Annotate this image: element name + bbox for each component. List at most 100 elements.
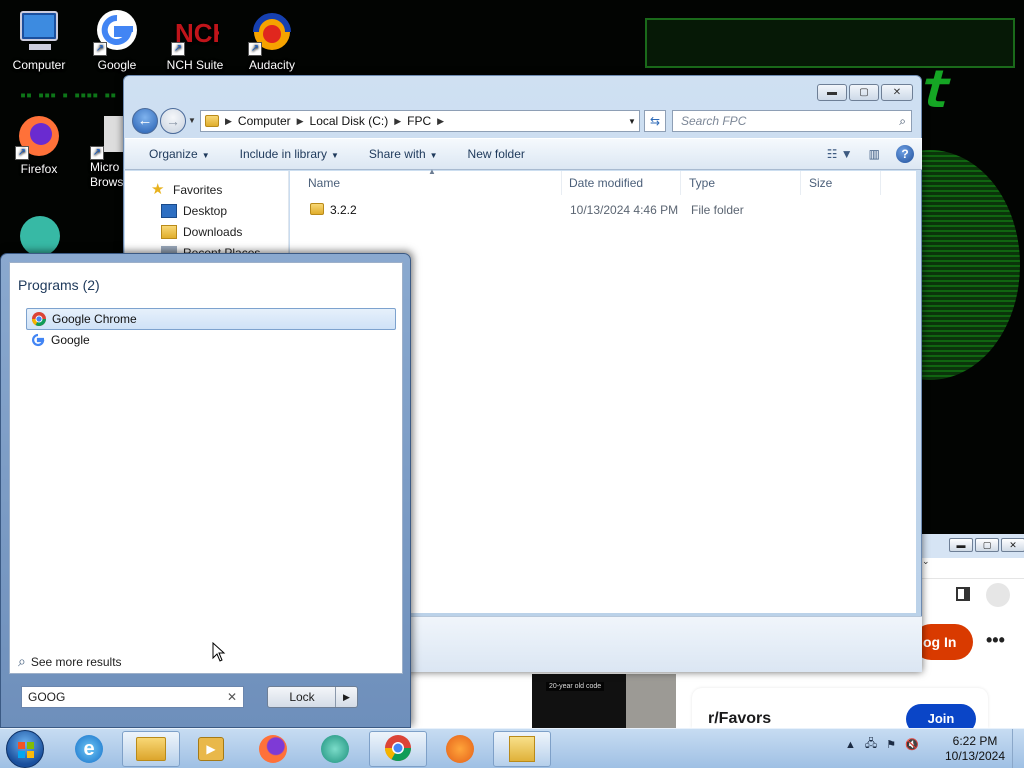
maximize-button[interactable]: ▢ [975, 538, 999, 552]
clear-search-icon[interactable]: ✕ [227, 687, 237, 707]
start-menu: Programs (2) Google Chrome Google ⌕ See … [0, 253, 411, 728]
desktop-icon-computer[interactable]: Computer [1, 8, 77, 72]
chevron-down-icon: ▼ [429, 151, 438, 160]
desktop-folder-icon [161, 204, 177, 218]
address-bar[interactable]: ▶ Computer ▶ Local Disk (C:) ▶ FPC ▶ ▼ [200, 110, 640, 132]
desktop-icon-audacity[interactable]: ↗ Audacity [234, 8, 310, 72]
video-thumbnail[interactable]: 20-year old code [532, 674, 676, 728]
show-hidden-icons-icon[interactable]: ▲ [845, 739, 856, 751]
organize-menu[interactable]: Organize ▼ [149, 147, 210, 161]
minimize-button[interactable]: ▬ [949, 538, 973, 552]
subreddit-title[interactable]: r/Favors [708, 710, 771, 728]
forward-button[interactable]: → [160, 108, 186, 134]
firefox-icon [259, 735, 287, 763]
nav-item-favorites[interactable]: ★ Favorites [151, 182, 222, 197]
app-icon [321, 735, 349, 763]
show-desktop-button[interactable] [1012, 729, 1024, 768]
breadcrumb-local-disk[interactable]: Local Disk (C:) [310, 114, 389, 128]
start-search-input[interactable]: GOOG ✕ [21, 686, 244, 708]
desktop-icon-label: Firefox [20, 162, 58, 176]
table-row[interactable]: 3.2.2 10/13/2024 4:46 PM File folder [300, 199, 900, 221]
more-options-icon[interactable]: ••• [986, 630, 1005, 651]
include-in-library-menu[interactable]: Include in library ▼ [240, 147, 339, 161]
lock-button[interactable]: Lock ▶ [267, 686, 358, 708]
login-button[interactable]: og In [913, 624, 973, 660]
mouse-cursor-icon [212, 642, 226, 662]
clock-date: 10/13/2024 [944, 749, 1006, 763]
taskbar-app[interactable] [306, 731, 364, 767]
volume-muted-icon[interactable]: 🔇 [905, 738, 919, 751]
breadcrumb-separator-icon[interactable]: ▶ [437, 116, 444, 127]
breadcrumb-fpc[interactable]: FPC [407, 114, 431, 128]
column-header-size[interactable]: Size [801, 171, 881, 195]
command-bar: Organize ▼ Include in library ▼ Share with… [125, 138, 922, 170]
network-icon[interactable]: 🖧 [865, 735, 877, 754]
maximize-button[interactable]: ▢ [849, 84, 879, 101]
start-button[interactable] [6, 730, 44, 768]
desktop-icon-label: NCH Suite [166, 58, 224, 72]
program-item-google[interactable]: Google [26, 329, 396, 351]
back-button[interactable]: ← [132, 108, 158, 134]
programs-header[interactable]: Programs (2) [18, 277, 100, 293]
desktop-icon-firefox[interactable]: ↗ Firefox [1, 112, 77, 176]
taskbar-file-manager[interactable] [493, 731, 551, 767]
nav-item-label: Desktop [183, 204, 228, 218]
new-folder-button[interactable]: New folder [468, 147, 525, 161]
close-button[interactable]: ✕ [1001, 538, 1024, 552]
video-caption: 20-year old code [546, 682, 605, 691]
shortcut-arrow-icon: ↗ [93, 42, 107, 56]
breadcrumb-separator-icon[interactable]: ▶ [394, 116, 401, 127]
breadcrumb-separator-icon[interactable]: ▶ [225, 116, 232, 127]
desktop-icon-label: Google [97, 58, 137, 72]
chevron-down-icon: ▼ [331, 151, 339, 160]
search-icon[interactable]: ⌕ [899, 111, 906, 131]
column-header-name[interactable]: Name [300, 171, 562, 195]
nav-item-desktop[interactable]: Desktop [161, 204, 227, 218]
action-center-flag-icon[interactable]: ⚑ [886, 738, 896, 751]
minimize-button[interactable]: ▬ [817, 84, 847, 101]
browser-titlebar: ▬ ▢ ✕ [920, 534, 1024, 558]
see-more-results-link[interactable]: ⌕ See more results [18, 653, 122, 670]
desktop-icon-google[interactable]: ↗ Google [79, 8, 155, 72]
clock[interactable]: 6:22 PM 10/13/2024 [940, 734, 1010, 764]
taskbar-google-chrome[interactable] [369, 731, 427, 767]
breadcrumb-separator-icon[interactable]: ▶ [297, 116, 304, 127]
sidebar-toggle-icon[interactable] [956, 587, 970, 601]
google-icon: ↗ [93, 8, 141, 56]
window-controls: ▬ ▢ ✕ [817, 84, 913, 101]
google-icon [30, 332, 46, 348]
recent-pages-dropdown-icon[interactable]: ▼ [188, 116, 196, 125]
breadcrumb-computer[interactable]: Computer [238, 114, 291, 128]
nch-suite-icon: NCH ↗ [171, 8, 231, 56]
taskbar-internet-explorer[interactable]: e [60, 731, 118, 767]
see-more-label: See more results [30, 654, 122, 669]
taskbar-windows-explorer[interactable] [122, 731, 180, 767]
share-with-menu[interactable]: Share with ▼ [369, 147, 438, 161]
taskbar-avast[interactable] [431, 731, 489, 767]
nav-item-downloads[interactable]: Downloads [161, 225, 242, 239]
browser-toolbar [920, 578, 1024, 614]
desktop-icon-nch-suite[interactable]: NCH ↗ NCH Suite [157, 8, 233, 72]
address-dropdown-icon[interactable]: ▼ [625, 117, 639, 126]
help-icon[interactable]: ? [896, 145, 914, 163]
search-value: GOOG [28, 690, 66, 704]
view-options-icon[interactable]: ☷ ▼ [827, 147, 853, 161]
refresh-button[interactable]: ⇆ [644, 110, 666, 132]
program-item-google-chrome[interactable]: Google Chrome [26, 308, 396, 330]
taskbar-media-player[interactable]: ▶ [182, 731, 240, 767]
column-header-type[interactable]: Type [681, 171, 801, 195]
chevron-down-icon[interactable]: ⌄ [922, 556, 930, 567]
close-button[interactable]: ✕ [881, 84, 913, 101]
internet-explorer-icon: e [75, 735, 103, 763]
profile-avatar-icon[interactable] [986, 583, 1010, 607]
chevron-down-icon: ▼ [201, 151, 210, 160]
file-name: 3.2.2 [330, 203, 357, 217]
start-menu-results: Programs (2) Google Chrome Google ⌕ See … [9, 262, 403, 674]
power-options-arrow-icon[interactable]: ▶ [335, 687, 357, 707]
column-header-date-modified[interactable]: Date modified [561, 171, 681, 195]
preview-pane-icon[interactable]: ▥ [869, 147, 880, 161]
search-input[interactable]: Search FPC ⌕ [672, 110, 912, 132]
folder-icon [310, 203, 324, 215]
shortcut-arrow-icon: ↗ [171, 42, 185, 56]
taskbar-firefox[interactable] [244, 731, 302, 767]
